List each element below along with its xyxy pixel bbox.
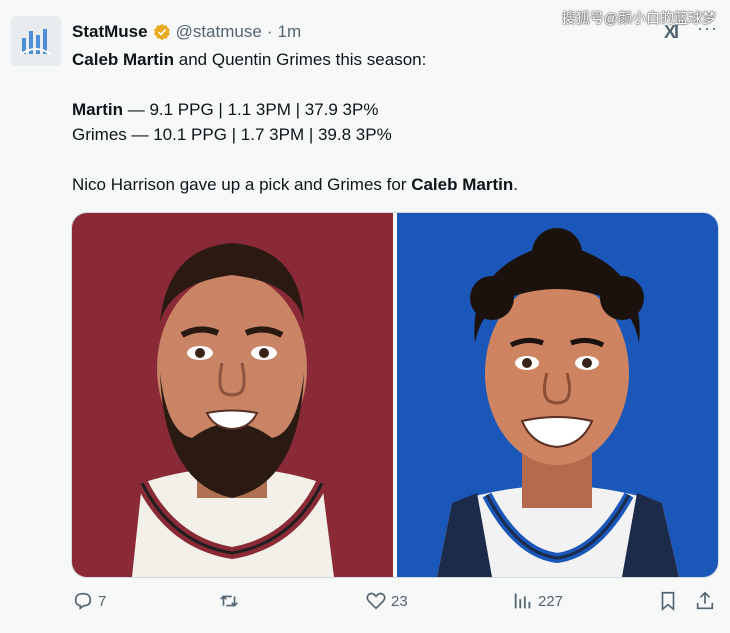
caleb-martin-illustration[interactable] <box>72 213 393 577</box>
text-line-1: Caleb Martin and Quentin Grimes this sea… <box>72 47 712 72</box>
like-button[interactable]: 23 <box>365 590 408 612</box>
like-count: 23 <box>391 592 408 610</box>
text-line-4: Nico Harrison gave up a pick and Grimes … <box>72 172 712 197</box>
statmuse-logo-icon <box>20 29 51 55</box>
separator-dot: · <box>266 22 273 41</box>
quentin-grimes-illustration[interactable] <box>397 213 718 577</box>
grok-icon[interactable]: XI <box>664 22 679 43</box>
heart-icon <box>366 592 386 610</box>
tweet-text: Caleb Martin and Quentin Grimes this sea… <box>72 47 712 197</box>
tweet-actions: 7 23 227 <box>72 590 717 620</box>
verified-badge-icon <box>153 23 170 41</box>
timestamp[interactable]: 1m <box>277 22 301 42</box>
bookmark-icon <box>661 591 675 612</box>
more-options-icon[interactable]: ··· <box>697 18 718 39</box>
player-portrait-grimes <box>437 228 679 577</box>
display-name[interactable]: StatMuse <box>72 22 148 42</box>
mention-bold: Caleb Martin <box>411 175 514 194</box>
text-segment: Nico Harrison gave up a pick and Grimes … <box>72 175 412 194</box>
views-icon <box>514 593 531 609</box>
text-segment: and Quentin Grimes this season: <box>174 50 427 69</box>
share-button[interactable] <box>694 590 716 612</box>
tweet-card: StatMuse @statmuse · 1m 搜狐号@颜小白的篮球梦 XI ·… <box>0 0 730 633</box>
text-line-grimes: Grimes — 10.1 PPG | 1.7 3PM | 39.8 3P% <box>72 125 392 144</box>
tweet-header: StatMuse @statmuse · 1m <box>72 20 301 44</box>
text-segment: . <box>513 175 518 194</box>
tweet-media[interactable] <box>71 212 719 578</box>
mention-bold: Caleb Martin <box>72 50 175 69</box>
views-button[interactable]: 227 <box>512 590 563 612</box>
reply-button[interactable]: 7 <box>72 590 106 612</box>
retweet-icon <box>220 595 238 607</box>
text-line-martin: Martin — 9.1 PPG | 1.1 3PM | 37.9 3P% <box>72 97 712 122</box>
bookmark-button[interactable] <box>657 590 679 612</box>
avatar[interactable] <box>11 16 61 66</box>
reply-icon <box>74 592 92 610</box>
share-icon <box>696 591 714 610</box>
watermark: 搜狐号@颜小白的篮球梦 <box>561 10 716 26</box>
martin-stats: — 9.1 PPG | 1.1 3PM | 37.9 3P% <box>123 100 379 119</box>
player-portrait-martin <box>132 243 334 577</box>
reply-count: 7 <box>98 592 107 610</box>
retweet-button[interactable] <box>218 590 240 612</box>
martin-label: Martin <box>72 100 123 119</box>
handle[interactable]: @statmuse <box>176 22 262 42</box>
view-count: 227 <box>538 592 564 610</box>
